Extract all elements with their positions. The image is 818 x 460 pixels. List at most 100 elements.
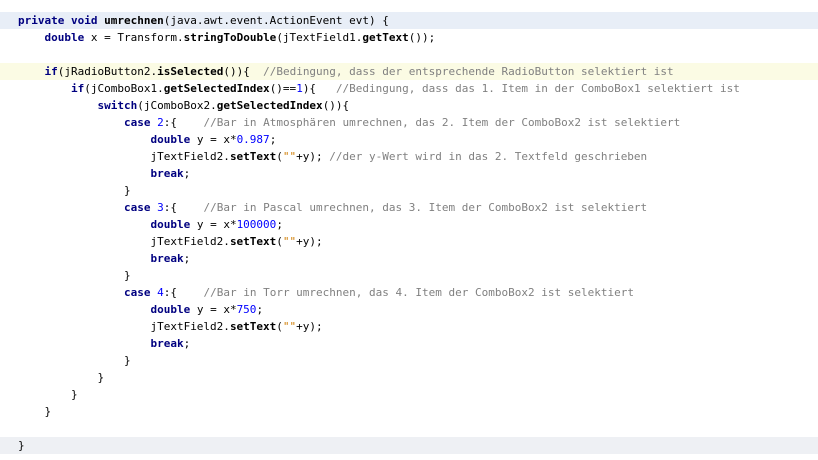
- code-line[interactable]: case 2:{ //Bar in Atmosphären umrechnen,…: [0, 114, 818, 131]
- code-method: getText: [362, 31, 409, 44]
- code-line[interactable]: [0, 46, 818, 63]
- code-line[interactable]: jTextField2.setText(""+y);: [0, 233, 818, 250]
- code-keyword: if: [70, 82, 85, 95]
- code-keyword: break: [150, 167, 184, 180]
- code-text: :{: [163, 286, 204, 299]
- code-comment: //Bedingung, dass das 1. Item in der Com…: [335, 82, 740, 95]
- code-method: getSelectedIndex: [216, 99, 323, 112]
- code-keyword: void: [70, 14, 98, 27]
- code-line[interactable]: case 3:{ //Bar in Pascal umrechnen, das …: [0, 199, 818, 216]
- code-keyword: double: [44, 31, 85, 44]
- code-text: +y);: [296, 320, 323, 333]
- code-number: 0.987: [236, 133, 270, 146]
- code-text: (: [276, 320, 283, 333]
- code-keyword: double: [150, 133, 191, 146]
- code-text: }: [123, 269, 131, 282]
- code-text: ){: [302, 82, 336, 95]
- code-string: "": [282, 320, 297, 333]
- code-method: setText: [229, 150, 277, 163]
- code-text: ;: [256, 303, 264, 316]
- code-number: 4: [157, 286, 164, 299]
- code-keyword: if: [44, 65, 58, 78]
- code-text: ;: [183, 337, 191, 350]
- code-line[interactable]: break;: [0, 250, 818, 267]
- code-text: ()==: [269, 82, 297, 95]
- code-text: }: [97, 371, 105, 384]
- code-line[interactable]: if(jRadioButton2.isSelected()){ //Beding…: [0, 63, 818, 80]
- code-line[interactable]: }: [0, 403, 818, 420]
- code-number: 2: [157, 116, 164, 129]
- code-number: 100000: [236, 218, 277, 231]
- code-comment: //der y-Wert wird in das 2. Textfeld ges…: [329, 150, 648, 163]
- code-line[interactable]: }: [0, 386, 818, 403]
- code-line[interactable]: case 4:{ //Bar in Torr umrechnen, das 4.…: [0, 284, 818, 301]
- code-line[interactable]: switch(jComboBox2.getSelectedIndex()){: [0, 97, 818, 114]
- code-comment: //Bedingung, dass der entsprechende Radi…: [263, 65, 674, 78]
- code-line[interactable]: }: [0, 369, 818, 386]
- code-method: setText: [229, 320, 277, 333]
- code-text: :{: [163, 116, 204, 129]
- code-method: setText: [229, 235, 277, 248]
- code-text: (jRadioButton2.: [57, 65, 158, 78]
- code-line[interactable]: if(jComboBox1.getSelectedIndex()==1){ //…: [0, 80, 818, 97]
- code-text: ;: [269, 133, 277, 146]
- code-text: }: [123, 184, 131, 197]
- code-method: isSelected: [157, 65, 224, 78]
- code-text: jTextField2.: [150, 235, 230, 248]
- code-line[interactable]: double y = x*100000;: [0, 216, 818, 233]
- code-method: stringToDouble: [183, 31, 277, 44]
- code-line[interactable]: }: [0, 437, 818, 454]
- code-line[interactable]: }: [0, 267, 818, 284]
- code-text: }: [44, 405, 52, 418]
- code-keyword: case: [123, 286, 151, 299]
- code-text: jTextField2.: [150, 320, 230, 333]
- code-text: (java.awt.event.ActionEvent evt) {: [163, 14, 389, 27]
- code-line[interactable]: }: [0, 352, 818, 369]
- code-line[interactable]: }: [0, 182, 818, 199]
- code-line[interactable]: jTextField2.setText(""+y);: [0, 318, 818, 335]
- code-keyword: private: [18, 14, 65, 27]
- code-line[interactable]: double x = Transform.stringToDouble(jTex…: [0, 29, 818, 46]
- code-text: jTextField2.: [150, 150, 230, 163]
- code-comment: //Bar in Pascal umrechnen, das 3. Item d…: [203, 201, 648, 214]
- code-text: ;: [183, 167, 191, 180]
- code-text: (: [276, 235, 283, 248]
- code-text: ;: [183, 252, 191, 265]
- code-text: }: [123, 354, 131, 367]
- code-line[interactable]: double y = x*0.987;: [0, 131, 818, 148]
- code-text: (jComboBox2.: [137, 99, 217, 112]
- code-line[interactable]: break;: [0, 165, 818, 182]
- code-line[interactable]: break;: [0, 335, 818, 352]
- code-editor[interactable]: private void umrechnen(java.awt.event.Ac…: [0, 12, 818, 454]
- code-keyword: switch: [97, 99, 138, 112]
- code-text: +y);: [296, 235, 323, 248]
- code-string: "": [282, 235, 297, 248]
- code-line[interactable]: jTextField2.setText(""+y); //der y-Wert …: [0, 148, 818, 165]
- code-text: ());: [408, 31, 436, 44]
- code-text: +y);: [296, 150, 330, 163]
- code-text: ;: [276, 218, 283, 231]
- code-keyword: double: [150, 303, 191, 316]
- code-keyword: break: [150, 252, 184, 265]
- code-line[interactable]: double y = x*750;: [0, 301, 818, 318]
- code-line[interactable]: private void umrechnen(java.awt.event.Ac…: [0, 12, 818, 29]
- code-line[interactable]: [0, 420, 818, 437]
